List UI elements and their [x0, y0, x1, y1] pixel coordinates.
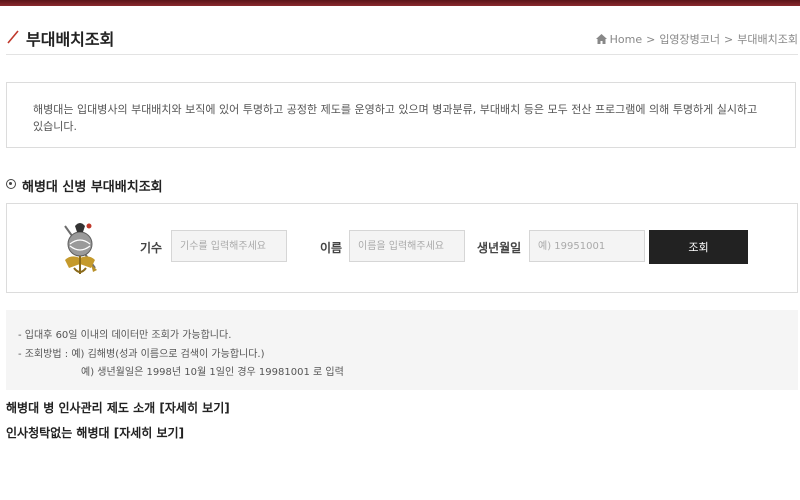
notice-line-3: 예) 생년월일은 1998년 10월 1일인 경우 19981001 로 입력 [81, 367, 344, 378]
top-accent-bar [0, 0, 800, 6]
page-header: 부대배치조회 Home > 입영장병코너 > 부대배치조회 [6, 24, 798, 55]
breadcrumb: Home > 입영장병코너 > 부대배치조회 [595, 31, 798, 47]
breadcrumb-home[interactable]: Home [610, 33, 642, 46]
page-title: 부대배치조회 [26, 30, 115, 49]
title-slash-icon [7, 30, 19, 44]
name-label: 이름 [320, 241, 343, 255]
class-input[interactable] [171, 230, 287, 262]
bullet-circle-icon [6, 179, 16, 189]
usmc-emblem-icon [64, 223, 97, 274]
no-solicitation-link-line: 인사청탁없는 해병대 [자세히 보기] [6, 424, 184, 441]
intro-text: 해병대는 입대병사의 부대배치와 보직에 있어 투명하고 공정한 제도를 운영하… [33, 103, 758, 133]
personnel-system-link-line: 해병대 병 인사관리 제도 소개 [자세히 보기] [6, 399, 230, 416]
intro-box: 해병대는 입대병사의 부대배치와 보직에 있어 투명하고 공정한 제도를 운영하… [6, 82, 796, 148]
class-label: 기수 [140, 241, 163, 255]
home-icon [595, 34, 607, 44]
breadcrumb-separator: > [724, 33, 734, 46]
personnel-system-text: 해병대 병 인사관리 제도 소개 [6, 401, 156, 415]
notice-box: - 입대후 60일 이내의 데이터만 조회가 가능합니다. - 조회방법 : 예… [6, 310, 798, 390]
personnel-system-more-link[interactable]: [자세히 보기] [159, 401, 229, 415]
search-form: 기수 이름 생년월일 조회 [6, 203, 798, 293]
search-button[interactable]: 조회 [649, 230, 748, 264]
birthdate-label: 생년월일 [477, 241, 522, 255]
no-solicitation-more-link[interactable]: [자세히 보기] [114, 426, 184, 440]
breadcrumb-current: 부대배치조회 [737, 33, 798, 46]
breadcrumb-separator: > [646, 33, 656, 46]
name-input[interactable] [349, 230, 465, 262]
notice-line-1: - 입대후 60일 이내의 데이터만 조회가 가능합니다. [18, 330, 232, 341]
section-title: 해병대 신병 부대배치조회 [22, 180, 163, 195]
notice-line-2: - 조회방법 : 예) 김해병(성과 이름으로 검색이 가능합니다.) [18, 349, 265, 360]
no-solicitation-text: 인사청탁없는 해병대 [6, 426, 110, 440]
birthdate-input[interactable] [529, 230, 645, 262]
breadcrumb-recruit-corner[interactable]: 입영장병코너 [659, 33, 720, 46]
